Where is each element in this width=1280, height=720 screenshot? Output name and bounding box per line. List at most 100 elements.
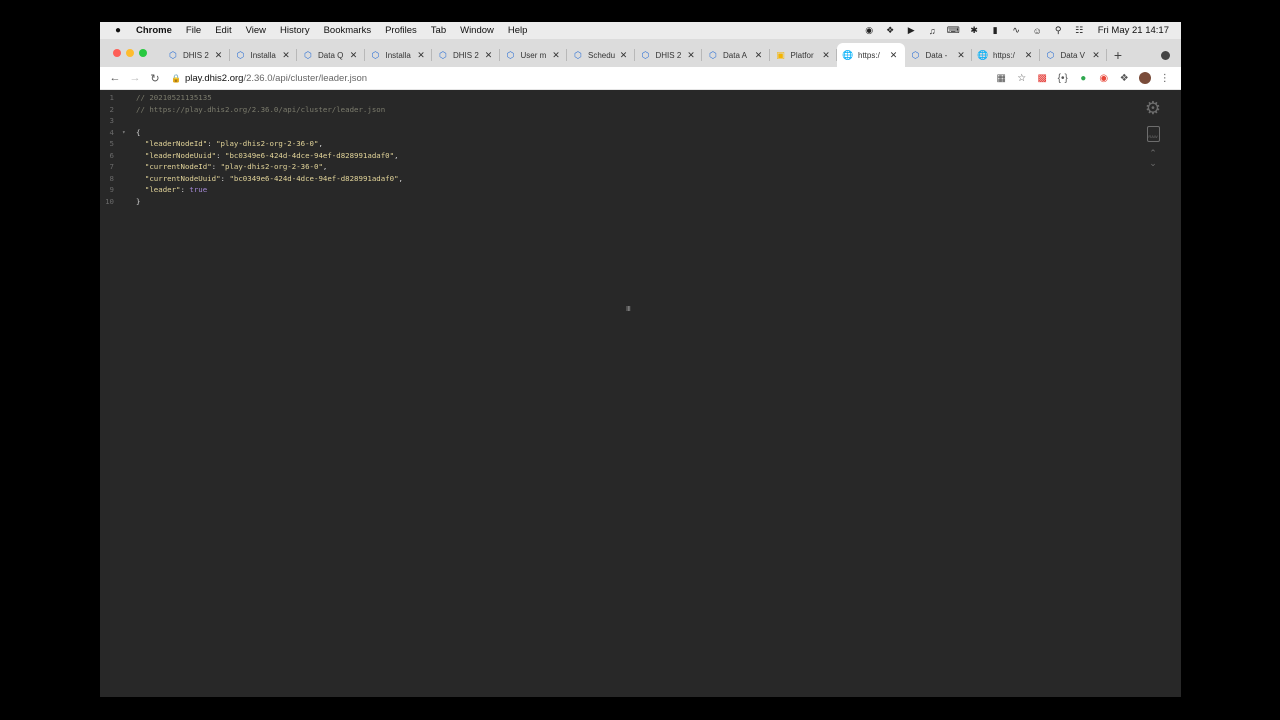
spotlight-search-icon[interactable]: ⚲ [1048,25,1069,36]
line-number: 3 [109,116,114,125]
menubar-clock[interactable]: Fri May 21 14:17 [1098,25,1169,36]
menu-profiles[interactable]: Profiles [378,25,424,36]
code-line: 4 ▾ { [100,127,900,139]
lock-icon[interactable]: 🔒 [171,74,185,83]
token-punct: , [322,162,328,171]
menu-help[interactable]: Help [501,25,535,36]
tab-data-visualizer[interactable]: ⬡ Data V ✕ [1040,43,1108,67]
token-punct: : [216,150,225,160]
dhis2-icon: ⬡ [574,49,582,60]
bluetooth-icon[interactable]: ✱ [964,25,985,36]
close-window-button[interactable] [113,49,121,57]
address-bar[interactable]: 🔒 play.dhis2.org/2.36.0/api/cluster/lead… [171,69,991,88]
token-key: "currentNodeUuid" [136,173,221,183]
close-tab-icon[interactable]: ✕ [821,50,831,61]
dropbox-icon[interactable]: ❖ [880,25,901,36]
json-extension-icon[interactable]: {•} [1053,73,1074,84]
code-line: 6 "leaderNodeUuid": "bc0349e6-424d-4dce-… [100,150,900,162]
tabs-list: ⬡ DHIS 2 ✕ ⬡ Installa ✕ ⬡ Data Q ✕ ⬡ Installa ✕ … [162,43,1107,67]
close-tab-icon[interactable]: ✕ [686,50,696,61]
code-text: "currentNodeUuid": "bc0349e6-424d-4dce-9… [136,173,403,185]
token-bool: true [189,185,208,194]
tab-scheduler[interactable]: ⬡ Schedu ✕ [567,43,635,67]
forward-button[interactable]: → [125,72,145,84]
close-tab-icon[interactable]: ✕ [416,50,426,61]
tab-data-administration[interactable]: ⬡ Data A ✕ [702,43,770,67]
close-tab-icon[interactable]: ✕ [889,50,899,61]
close-tab-icon[interactable]: ✕ [281,50,291,61]
record-extension-icon[interactable]: ◉ [1094,73,1115,84]
close-tab-icon[interactable]: ✕ [214,50,224,61]
token-punct: , [394,150,399,160]
token-punct: : [211,162,221,171]
close-tab-icon[interactable]: ✕ [754,50,764,61]
volume-icon[interactable]: ♫ [922,26,943,36]
menu-view[interactable]: View [239,25,273,36]
close-tab-icon[interactable]: ✕ [484,50,494,61]
menu-window[interactable]: Window [453,25,501,36]
tab-title: Data V [1060,50,1085,60]
dhis2-icon: ⬡ [641,49,650,60]
tab-https-2[interactable]: 🌐 https:/ ✕ [972,43,1040,67]
play-status-icon[interactable]: ▶ [901,25,922,36]
raw-label: RAW [1148,134,1158,139]
code-line: 7 "currentNodeId": "play-dhis2-org-2-36-… [100,161,900,173]
profile-avatar[interactable] [1138,72,1151,84]
menu-file[interactable]: File [179,25,208,36]
collapse-expand-icon[interactable]: ⌃ ⌄ [1149,148,1157,168]
close-tab-icon[interactable]: ✕ [1024,50,1034,61]
wifi-icon[interactable]: ∿ [1006,25,1027,36]
gear-icon[interactable]: ⚙ [1145,98,1161,118]
fold-toggle-icon[interactable]: ▾ [122,127,126,139]
close-tab-icon[interactable]: ✕ [1091,50,1101,61]
zoom-window-button[interactable] [139,49,147,57]
camera-status-icon[interactable]: ◉ [859,25,880,36]
token-punct: { [136,127,141,137]
close-tab-icon[interactable]: ✕ [349,50,359,61]
apple-icon[interactable]: ● [107,25,129,36]
close-tab-icon[interactable]: ✕ [551,50,561,61]
close-tab-icon[interactable]: ✕ [956,50,966,61]
menu-app-name[interactable]: Chrome [129,25,179,36]
keyboard-icon[interactable]: ⌨ [943,25,964,36]
tab-installation-1[interactable]: ⬡ Installa ✕ [230,43,298,67]
new-tab-button[interactable]: + [1107,43,1129,67]
raw-file-icon[interactable]: RAW [1146,126,1160,142]
tab-dhis2-3[interactable]: ⬡ DHIS 2 ✕ [635,43,703,67]
green-extension-icon[interactable]: ● [1073,73,1094,84]
menu-edit[interactable]: Edit [208,25,238,36]
tab-search-button[interactable] [1154,43,1176,67]
extensions-puzzle-icon[interactable]: ❖ [1114,73,1135,84]
tab-data-quality[interactable]: ⬡ Data Q ✕ [297,43,365,67]
user-icon[interactable]: ☺ [1027,26,1048,36]
tab-title: Data - [925,50,948,60]
minimize-window-button[interactable] [126,49,134,57]
back-button[interactable]: ← [105,72,125,84]
menu-tab[interactable]: Tab [424,25,453,36]
code-text: "leader": true [136,184,207,196]
tab-title: Installa [250,50,276,60]
battery-icon[interactable]: ▮ [985,25,1006,36]
menu-history[interactable]: History [273,25,317,36]
tab-data-2[interactable]: ⬡ Data - ✕ [905,43,973,67]
calendar-extension-icon[interactable]: ▩ [1032,73,1053,84]
tab-title: Installa [385,50,411,60]
control-center-icon[interactable]: ☷ [1069,25,1090,36]
close-tab-icon[interactable]: ✕ [619,50,629,61]
token-key: "leaderNodeUuid" [136,150,217,160]
qr-code-icon[interactable]: ▦ [991,73,1012,84]
toolbar-actions: ▦ ☆ ▩ {•} ● ◉ ❖ ⋮ [991,72,1181,84]
tab-installation-2[interactable]: ⬡ Installa ✕ [365,43,433,67]
tab-dhis2-2[interactable]: ⬡ DHIS 2 ✕ [432,43,500,67]
code-line: 9 "leader": true [100,184,900,196]
tab-leader-json[interactable]: 🌐 https:/ ✕ [837,43,905,67]
tab-platform[interactable]: ▣ Platfor ✕ [770,43,838,67]
tab-dhis2-1[interactable]: ⬡ DHIS 2 ✕ [162,43,230,67]
bookmark-star-icon[interactable]: ☆ [1012,73,1033,84]
tab-user-management[interactable]: ⬡ User m ✕ [500,43,568,67]
tab-title: User m [520,50,547,60]
tab-title: Data Q [318,50,344,60]
menu-bookmarks[interactable]: Bookmarks [317,25,379,36]
kebab-menu-icon[interactable]: ⋮ [1155,73,1176,84]
reload-button[interactable]: ↻ [145,72,165,85]
